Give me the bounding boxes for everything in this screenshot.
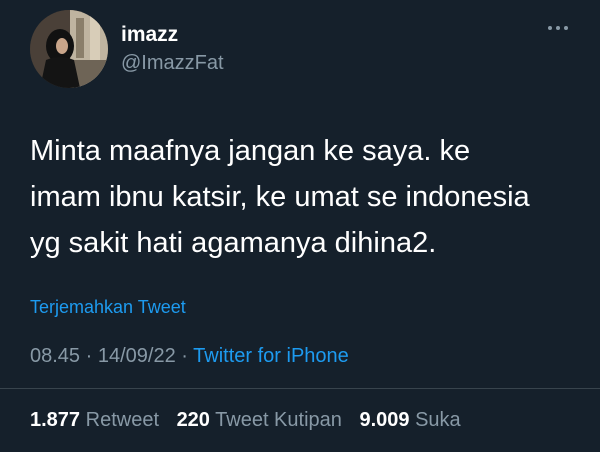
retweets-stat[interactable]: 1.877 Retweet [30, 409, 159, 431]
retweets-count: 1.877 [30, 409, 81, 431]
divider [0, 388, 600, 389]
retweets-label: Retweet [85, 409, 159, 431]
tweet-text: Minta maafnya jangan ke saya. ke imam ib… [30, 135, 530, 259]
likes-label: Suka [415, 409, 461, 431]
tweet-source-link[interactable]: Twitter for iPhone [193, 345, 349, 367]
more-dot [564, 26, 568, 30]
tweet-date[interactable]: 14/09/22 [98, 345, 176, 367]
quotes-label: Tweet Kutipan [215, 409, 342, 431]
avatar-photo [30, 10, 108, 88]
display-name[interactable]: imazz [121, 24, 178, 45]
tweet-meta: 08.45 · 14/09/22 · Twitter for iPhone [30, 345, 349, 368]
more-horizontal-icon[interactable] [548, 26, 568, 30]
likes-count: 9.009 [359, 409, 410, 431]
tweet-card: imazz @ImazzFat Minta maafnya jangan ke … [0, 0, 600, 452]
likes-stat[interactable]: 9.009 Suka [359, 409, 460, 431]
user-handle[interactable]: @ImazzFat [121, 53, 224, 73]
meta-separator: · [85, 345, 93, 367]
meta-separator: · [181, 345, 188, 367]
more-dot [548, 26, 552, 30]
quotes-stat[interactable]: 220 Tweet Kutipan [177, 409, 342, 431]
more-dot [556, 26, 560, 30]
tweet-time[interactable]: 08.45 [30, 345, 80, 367]
translate-tweet-link[interactable]: Terjemahkan Tweet [30, 297, 186, 318]
quotes-count: 220 [176, 409, 210, 431]
tweet-stats: 1.877 Retweet 220 Tweet Kutipan 9.009 Su… [30, 409, 461, 432]
avatar[interactable] [30, 10, 108, 88]
